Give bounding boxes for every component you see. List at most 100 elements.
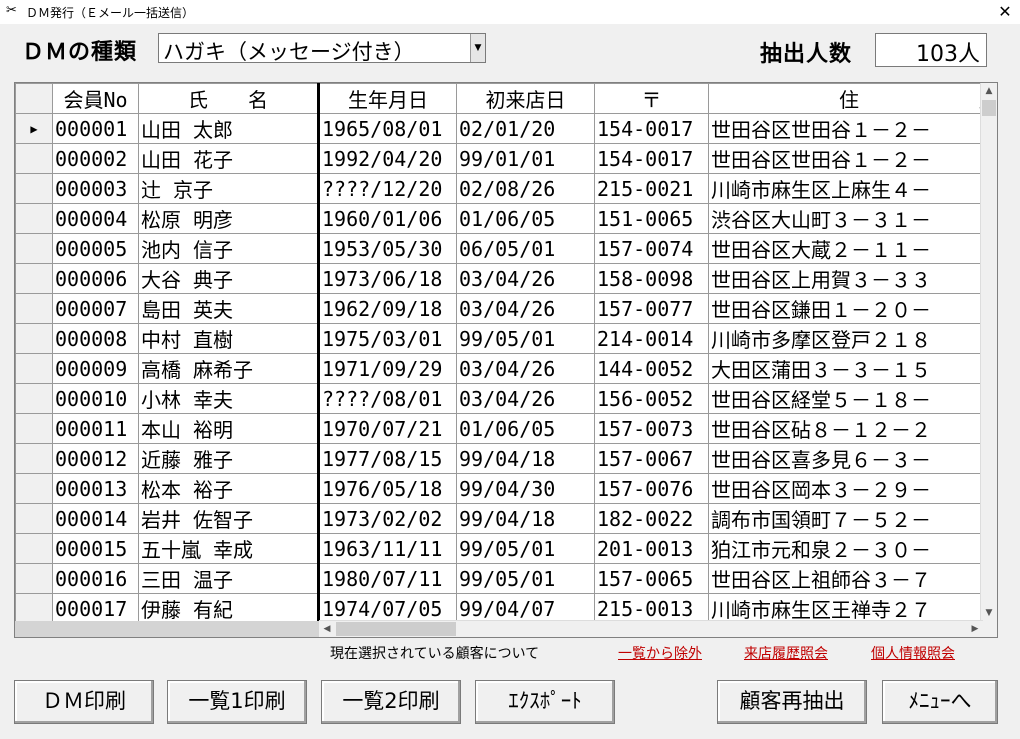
horizontal-scroll-thumb[interactable] [336,622,456,636]
zip-cell[interactable]: 157-0077 [594,293,709,324]
table-row[interactable]: 000004 松原 明彦 1960/01/06 01/06/05 151-0065 渋谷区… [15,203,984,234]
birthdate-cell[interactable]: 1962/09/18 [318,293,457,324]
first-visit-cell[interactable]: 02/01/20 [456,113,595,144]
address-cell[interactable]: 世田谷区砧８－１２－２ [708,413,984,444]
menu-button[interactable]: ﾒﾆｭｰへ [882,680,998,724]
first-visit-cell[interactable]: 99/04/07 [456,593,595,624]
visit-history-link[interactable]: 来店履歴照会 [744,643,828,663]
list1-print-button[interactable]: 一覧1印刷 [167,680,307,724]
column-header-member-no[interactable]: 会員No [52,83,139,114]
member-no-cell[interactable]: 000007 [52,293,139,324]
first-visit-cell[interactable]: 99/05/01 [456,533,595,564]
row-indicator[interactable] [15,473,53,504]
first-visit-cell[interactable]: 03/04/26 [456,293,595,324]
name-cell[interactable]: 島田 英夫 [138,293,320,324]
zip-cell[interactable]: 214-0014 [594,323,709,354]
name-cell[interactable]: 岩井 佐智子 [138,503,320,534]
table-row[interactable]: ▶ 000001 山田 太郎 1965/08/01 02/01/20 154-0017 世田… [15,113,984,144]
birthdate-cell[interactable]: ????/08/01 [318,383,457,414]
address-cell[interactable]: 川崎市多摩区登戸２１８ [708,323,984,354]
birthdate-cell[interactable]: 1963/11/11 [318,533,457,564]
member-no-cell[interactable]: 000004 [52,203,139,234]
address-cell[interactable]: 川崎市麻生区上麻生４－ [708,173,984,204]
name-cell[interactable]: 三田 温子 [138,563,320,594]
name-cell[interactable]: 伊藤 有紀 [138,593,320,624]
row-indicator[interactable] [15,443,53,474]
name-cell[interactable]: 辻 京子 [138,173,320,204]
table-row[interactable]: 000013 松本 裕子 1976/05/18 99/04/30 157-0076 世田谷… [15,473,984,504]
row-indicator[interactable] [15,293,53,324]
column-header-birthdate[interactable]: 生年月日 [318,83,457,114]
name-cell[interactable]: 松本 裕子 [138,473,320,504]
member-no-cell[interactable]: 000011 [52,413,139,444]
table-row[interactable]: 000017 伊藤 有紀 1974/07/05 99/04/07 215-0013 川崎市… [15,593,984,624]
birthdate-cell[interactable]: 1980/07/11 [318,563,457,594]
table-row[interactable]: 000010 小林 幸夫 ????/08/01 03/04/26 156-0052 世田谷… [15,383,984,414]
row-indicator[interactable] [15,233,53,264]
row-indicator[interactable] [15,143,53,174]
member-no-cell[interactable]: 000006 [52,263,139,294]
row-indicator[interactable] [15,353,53,384]
first-visit-cell[interactable]: 99/05/01 [456,323,595,354]
member-no-cell[interactable]: 000003 [52,173,139,204]
column-header-first-visit[interactable]: 初来店日 [456,83,595,114]
vertical-scroll-thumb[interactable] [982,100,996,116]
first-visit-cell[interactable]: 01/06/05 [456,203,595,234]
current-row-indicator-icon[interactable]: ▶ [15,113,53,144]
address-cell[interactable]: 大田区蒲田３－３－１５ [708,353,984,384]
customer-grid[interactable]: 会員No 氏 名 生年月日 初来店日 〒 住 所 ▶ 000001 山田 太郎 196… [14,82,998,638]
birthdate-cell[interactable]: 1973/02/02 [318,503,457,534]
name-cell[interactable]: 山田 太郎 [138,113,320,144]
name-cell[interactable]: 小林 幸夫 [138,383,320,414]
horizontal-scrollbar[interactable]: ◀ ▶ [319,620,983,637]
row-indicator[interactable] [15,413,53,444]
name-cell[interactable]: 大谷 典子 [138,263,320,294]
table-row[interactable]: 000009 高橋 麻希子 1971/09/29 03/04/26 144-0052 大田… [15,353,984,384]
address-cell[interactable]: 狛江市元和泉２－３０－ [708,533,984,564]
address-cell[interactable]: 世田谷区鎌田１－２０－ [708,293,984,324]
row-indicator[interactable] [15,503,53,534]
first-visit-cell[interactable]: 03/04/26 [456,263,595,294]
birthdate-cell[interactable]: 1975/03/01 [318,323,457,354]
first-visit-cell[interactable]: 03/04/26 [456,383,595,414]
name-cell[interactable]: 中村 直樹 [138,323,320,354]
table-row[interactable]: 000003 辻 京子 ????/12/20 02/08/26 215-0021 川崎市麻… [15,173,984,204]
zip-cell[interactable]: 154-0017 [594,143,709,174]
birthdate-cell[interactable]: ????/12/20 [318,173,457,204]
first-visit-cell[interactable]: 99/01/01 [456,143,595,174]
row-indicator[interactable] [15,533,53,564]
zip-cell[interactable]: 157-0076 [594,473,709,504]
table-row[interactable]: 000006 大谷 典子 1973/06/18 03/04/26 158-0098 世田谷… [15,263,984,294]
zip-cell[interactable]: 157-0067 [594,443,709,474]
dm-print-button[interactable]: ＤＭ印刷 [14,680,154,724]
first-visit-cell[interactable]: 01/06/05 [456,413,595,444]
address-cell[interactable]: 世田谷区喜多見６－３－ [708,443,984,474]
close-button[interactable]: ✕ [990,0,1020,24]
birthdate-cell[interactable]: 1965/08/01 [318,113,457,144]
member-no-cell[interactable]: 000010 [52,383,139,414]
member-no-cell[interactable]: 000015 [52,533,139,564]
birthdate-cell[interactable]: 1960/01/06 [318,203,457,234]
column-header-zip[interactable]: 〒 [594,83,709,114]
first-visit-cell[interactable]: 06/05/01 [456,233,595,264]
zip-cell[interactable]: 158-0098 [594,263,709,294]
name-cell[interactable]: 山田 花子 [138,143,320,174]
birthdate-cell[interactable]: 1970/07/21 [318,413,457,444]
vertical-scrollbar[interactable]: ▲ ▼ [980,83,997,621]
table-row[interactable]: 000007 島田 英夫 1962/09/18 03/04/26 157-0077 世田谷… [15,293,984,324]
table-row[interactable]: 000008 中村 直樹 1975/03/01 99/05/01 214-0014 川崎市… [15,323,984,354]
dm-type-select[interactable]: ハガキ（メッセージ付き） ▼ [158,33,486,64]
zip-cell[interactable]: 151-0065 [594,203,709,234]
member-no-cell[interactable]: 000012 [52,443,139,474]
list2-print-button[interactable]: 一覧2印刷 [321,680,461,724]
birthdate-cell[interactable]: 1977/08/15 [318,443,457,474]
row-indicator[interactable] [15,173,53,204]
export-button[interactable]: ｴｸｽﾎﾟｰﾄ [475,680,615,724]
chevron-down-icon[interactable]: ▼ [470,34,485,62]
row-indicator[interactable] [15,563,53,594]
address-cell[interactable]: 川崎市麻生区王禅寺２７ [708,593,984,624]
table-row[interactable]: 000012 近藤 雅子 1977/08/15 99/04/18 157-0067 世田谷… [15,443,984,474]
member-no-cell[interactable]: 000016 [52,563,139,594]
scroll-up-icon[interactable]: ▲ [981,83,997,99]
address-cell[interactable]: 世田谷区経堂５－１８－ [708,383,984,414]
